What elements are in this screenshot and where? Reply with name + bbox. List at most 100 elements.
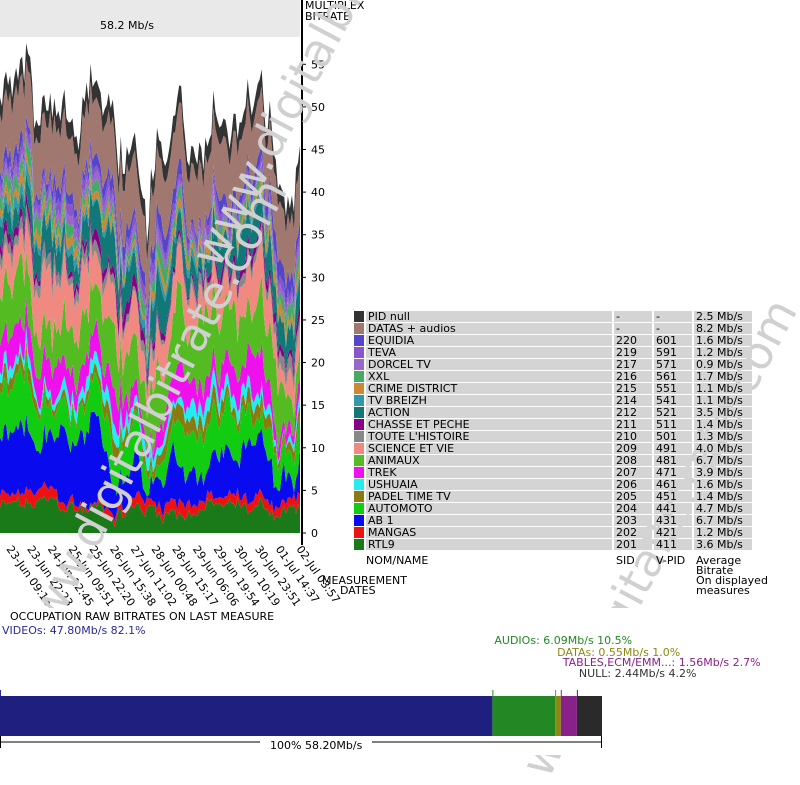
legend-cell-sid: 205: [614, 491, 652, 502]
legend-header-name: NOM/NAME: [366, 554, 429, 567]
legend-cell-avg: 1.2 Mb/s: [694, 347, 752, 358]
legend-cell-avg: 2.5 Mb/s: [694, 311, 752, 322]
occupation-bar: [0, 690, 602, 748]
legend-cell-avg: 1.4 Mb/s: [694, 491, 752, 502]
y-tick-label: 10: [311, 442, 325, 455]
legend-cell-avg: 1.1 Mb/s: [694, 383, 752, 394]
legend-cell-vpid: 481: [654, 455, 692, 466]
y-tick-label: 30: [311, 271, 325, 284]
legend-cell-vpid: 421: [654, 527, 692, 538]
legend-swatch: [354, 467, 364, 478]
legend-cell-sid: -: [614, 311, 652, 322]
legend-row: TEVA 219 591 1.2 Mb/s: [354, 347, 752, 358]
legend-cell-name: SCIENCE ET VIE: [366, 443, 612, 454]
legend-cell-avg: 3.9 Mb/s: [694, 467, 752, 478]
y-tick-label: 55: [311, 58, 325, 71]
legend-cell-vpid: 491: [654, 443, 692, 454]
legend-cell-name: CHASSE ET PECHE: [366, 419, 612, 430]
legend-cell-sid: 210: [614, 431, 652, 442]
legend-cell-sid: 204: [614, 503, 652, 514]
legend-swatch: [354, 503, 364, 514]
legend-cell-vpid: 591: [654, 347, 692, 358]
legend-cell-vpid: 511: [654, 419, 692, 430]
legend-cell-name: XXL: [366, 371, 612, 382]
legend-cell-vpid: 471: [654, 467, 692, 478]
occupation-title: OCCUPATION RAW BITRATES ON LAST MEASURE: [10, 610, 275, 623]
legend-cell-vpid: 461: [654, 479, 692, 490]
legend-row: CRIME DISTRICT 215 551 1.1 Mb/s: [354, 383, 752, 394]
legend-cell-name: AB 1: [366, 515, 612, 526]
legend-row: ACTION 212 521 3.5 Mb/s: [354, 407, 752, 418]
occupation-segment: [555, 696, 561, 736]
legend-cell-vpid: 411: [654, 539, 692, 550]
y-tick-label: 5: [311, 484, 318, 497]
chart-title: 58.2 Mb/s: [100, 19, 154, 32]
y-tick-label: 35: [311, 229, 325, 242]
legend-cell-name: TREK: [366, 467, 612, 478]
legend-cell-avg: 1.4 Mb/s: [694, 419, 752, 430]
legend-cell-sid: 206: [614, 479, 652, 490]
legend-cell-name: PADEL TIME TV: [366, 491, 612, 502]
legend-swatch: [354, 479, 364, 490]
legend-swatch: [354, 311, 364, 322]
legend-cell-vpid: -: [654, 323, 692, 334]
legend-cell-sid: 217: [614, 359, 652, 370]
y-axis-label-line2: BITRATE: [305, 10, 350, 23]
legend-swatch: [354, 395, 364, 406]
legend-cell-avg: 3.6 Mb/s: [694, 539, 752, 550]
legend-cell-sid: 212: [614, 407, 652, 418]
legend-cell-avg: 1.6 Mb/s: [694, 335, 752, 346]
legend-swatch: [354, 371, 364, 382]
legend-cell-sid: 207: [614, 467, 652, 478]
legend-row: SCIENCE ET VIE 209 491 4.0 Mb/s: [354, 443, 752, 454]
legend-cell-name: ACTION: [366, 407, 612, 418]
legend-cell-avg: 3.5 Mb/s: [694, 407, 752, 418]
legend-cell-avg: 4.0 Mb/s: [694, 443, 752, 454]
legend-row: DATAS + audios - -8.2 Mb/s: [354, 323, 752, 334]
legend-header-avg: Average Bitrate On displayed measures: [696, 554, 768, 597]
occupation-segment: [576, 696, 602, 736]
legend-row: TV BREIZH 214 541 1.1 Mb/s: [354, 395, 752, 406]
legend-cell-sid: 215: [614, 383, 652, 394]
occupation-total-label: 100% 58.20Mb/s: [260, 739, 373, 752]
legend-cell-vpid: 441: [654, 503, 692, 514]
legend-cell-avg: 4.7 Mb/s: [694, 503, 752, 514]
legend-swatch: [354, 419, 364, 430]
legend-cell-sid: 208: [614, 455, 652, 466]
legend-swatch: [354, 539, 364, 550]
legend-swatch: [354, 515, 364, 526]
legend-row: USHUAIA 206 461 1.6 Mb/s: [354, 479, 752, 490]
legend-row: XXL 216 561 1.7 Mb/s: [354, 371, 752, 382]
legend-row: TREK 207 471 3.9 Mb/s: [354, 467, 752, 478]
legend-cell-avg: 6.7 Mb/s: [694, 455, 752, 466]
legend-cell-name: TEVA: [366, 347, 612, 358]
legend-row: EQUIDIA 220 601 1.6 Mb/s: [354, 335, 752, 346]
legend-cell-vpid: 501: [654, 431, 692, 442]
legend-cell-name: TV BREIZH: [366, 395, 612, 406]
legend-swatch: [354, 443, 364, 454]
legend-cell-sid: 211: [614, 419, 652, 430]
legend-row: PADEL TIME TV 205 451 1.4 Mb/s: [354, 491, 752, 502]
legend-swatch: [354, 407, 364, 418]
legend-cell-vpid: 561: [654, 371, 692, 382]
legend-cell-sid: 209: [614, 443, 652, 454]
legend-swatch: [354, 491, 364, 502]
legend-swatch: [354, 359, 364, 370]
legend-cell-vpid: 551: [654, 383, 692, 394]
legend-row: DORCEL TV 217 571 0.9 Mb/s: [354, 359, 752, 370]
legend-cell-sid: 220: [614, 335, 652, 346]
occupation-label: VIDEOs: 47.80Mb/s 82.1%: [2, 624, 146, 637]
legend-row: AB 1 203 431 6.7 Mb/s: [354, 515, 752, 526]
legend-cell-vpid: 571: [654, 359, 692, 370]
legend-header-sid: SID: [616, 554, 635, 567]
legend-cell-name: DORCEL TV: [366, 359, 612, 370]
legend-cell-vpid: 521: [654, 407, 692, 418]
legend-swatch: [354, 383, 364, 394]
legend-cell-sid: 214: [614, 395, 652, 406]
legend-cell-name: DATAS + audios: [366, 323, 612, 334]
y-tick-label: 45: [311, 143, 325, 156]
legend-cell-avg: 8.2 Mb/s: [694, 323, 752, 334]
legend-cell-avg: 6.7 Mb/s: [694, 515, 752, 526]
legend-cell-sid: 203: [614, 515, 652, 526]
legend-cell-sid: 201: [614, 539, 652, 550]
